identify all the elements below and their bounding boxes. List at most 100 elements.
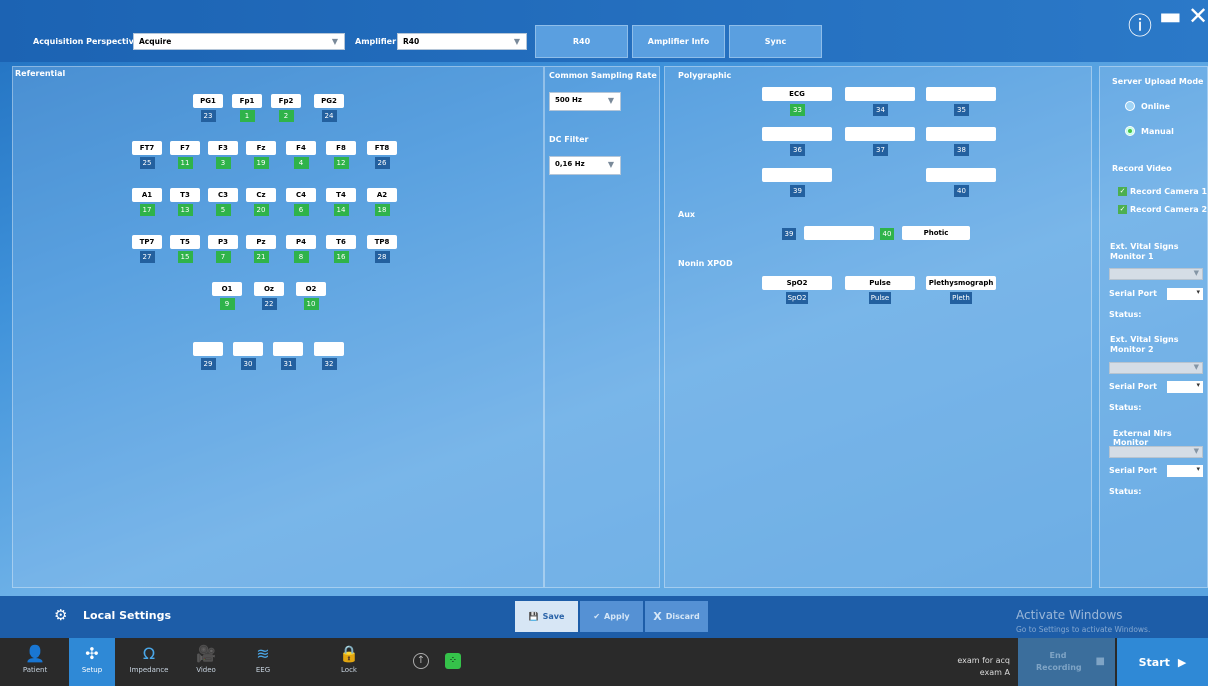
chevron-down-icon: ▼ [513,37,520,46]
local-settings-label[interactable]: Local Settings [83,609,171,622]
electrode-O2[interactable]: O2 10 [296,282,326,310]
nirs-serial-select[interactable]: ▾ [1167,465,1203,477]
camera1-checkbox[interactable]: ✓ [1118,187,1127,196]
nav-impedance[interactable]: Ω Impedance [126,638,172,686]
monitor1-serial-select[interactable]: ▾ [1167,288,1203,300]
electrode-FT7[interactable]: FT7 25 [132,141,162,169]
electrode-label: PG2 [314,94,344,108]
electrode-channel: 1 [239,110,255,122]
poly-box-39[interactable] [762,168,832,182]
tab-sync[interactable]: Sync [729,25,822,58]
poly-box-38[interactable] [926,127,996,141]
electrode-T5[interactable]: T5 15 [170,235,200,263]
electrode-Pz[interactable]: Pz 21 [246,235,276,263]
electrode-label: Fp2 [271,94,301,108]
start-button[interactable]: Start ▶ [1117,638,1208,686]
electrode-channel: 21 [253,251,269,263]
electrode-Fp2[interactable]: Fp2 2 [271,94,301,122]
electrode-FT8[interactable]: FT8 26 [367,141,397,169]
electrode-F7[interactable]: F7 11 [170,141,200,169]
chevron-down-icon: ▾ [1196,381,1200,389]
amplifier-select[interactable]: R40 ▼ [397,33,527,50]
electrode-channel: 7 [215,251,231,263]
aux-channel-40[interactable]: 40 [880,228,894,240]
nirs-select[interactable]: ▼ [1109,446,1203,458]
nav-setup[interactable]: ✣ Setup [69,638,115,686]
nav-video[interactable]: 🎥 Video [183,638,229,686]
nav-eeg[interactable]: ≋ EEG [240,638,286,686]
save-button[interactable]: 💾 Save [515,601,578,632]
aux-channel-39[interactable]: 39 [782,228,796,240]
poly-box-40[interactable] [926,168,996,182]
electrode-TP8[interactable]: TP8 28 [367,235,397,263]
tab-r40[interactable]: R40 [535,25,628,58]
referential-title: Referential [15,69,66,78]
electrode-Oz[interactable]: Oz 22 [254,282,284,310]
close-icon[interactable]: ✕ [1188,2,1208,30]
discard-button[interactable]: X Discard [645,601,708,632]
electrode-T6[interactable]: T6 16 [326,235,356,263]
electrode-A2[interactable]: A2 18 [367,188,397,216]
nonin-box-spo2[interactable]: SpO2 [762,276,832,290]
discard-label: Discard [665,612,700,621]
watermark-title: Activate Windows [1016,608,1123,622]
dc-filter-title: DC Filter [549,135,589,144]
electrode-ch29[interactable]: 29 [193,342,223,370]
poly-box-36[interactable] [762,127,832,141]
electrode-ch30[interactable]: 30 [233,342,263,370]
poly-box-34[interactable] [845,87,915,101]
poly-box-37[interactable] [845,127,915,141]
camera1-label: Record Camera 1 [1130,187,1208,196]
nav-patient[interactable]: 👤 Patient [12,638,58,686]
electrode-T3[interactable]: T3 13 [170,188,200,216]
electrode-PG2[interactable]: PG2 24 [314,94,344,122]
online-radio[interactable] [1125,101,1135,111]
nirs-serial-label: Serial Port [1109,466,1157,475]
electrode-Cz[interactable]: Cz 20 [246,188,276,216]
aux-box-photic[interactable]: Photic [902,226,970,240]
nonin-box-pleth[interactable]: Plethysmograph [926,276,996,290]
electrode-channel: 30 [240,358,256,370]
apply-button[interactable]: ✔ Apply [580,601,643,632]
electrode-C3[interactable]: C3 5 [208,188,238,216]
gear-icon[interactable]: ⚙ [54,606,67,624]
nonin-box-pulse[interactable]: Pulse [845,276,915,290]
electrode-PG1[interactable]: PG1 23 [193,94,223,122]
monitor1-select[interactable]: ▼ [1109,268,1203,280]
electrode-P3[interactable]: P3 7 [208,235,238,263]
minimize-icon[interactable]: ▬ [1159,2,1182,30]
manual-label: Manual [1141,127,1174,136]
electrode-Fz[interactable]: Fz 19 [246,141,276,169]
electrode-C4[interactable]: C4 6 [286,188,316,216]
electrode-F4[interactable]: F4 4 [286,141,316,169]
monitor2-serial-select[interactable]: ▾ [1167,381,1203,393]
sampling-rate-select[interactable]: 500 Hz ▼ [549,92,621,111]
electrode-ch32[interactable]: 32 [314,342,344,370]
electrode-O1[interactable]: O1 9 [212,282,242,310]
camera2-checkbox[interactable]: ✓ [1118,205,1127,214]
electrode-Fp1[interactable]: Fp1 1 [232,94,262,122]
monitor2-select[interactable]: ▼ [1109,362,1203,374]
electrode-P4[interactable]: P4 8 [286,235,316,263]
upload-icon[interactable]: ↑ [413,653,429,669]
perspective-select[interactable]: Acquire ▼ [133,33,345,50]
electrode-F8[interactable]: F8 12 [326,141,356,169]
electrode-TP7[interactable]: TP7 27 [132,235,162,263]
poly-box-33[interactable]: ECG [762,87,832,101]
poly-box-35[interactable] [926,87,996,101]
nonin-title: Nonin XPOD [678,259,733,268]
manual-radio[interactable] [1125,126,1135,136]
poly-channel-39: 39 [790,185,805,197]
electrode-F3[interactable]: F3 3 [208,141,238,169]
nav-lock[interactable]: 🔒 Lock [326,638,372,686]
electrode-channel: 24 [321,110,337,122]
tab-amplifier-info[interactable]: Amplifier Info [632,25,725,58]
electrode-ch31[interactable]: 31 [273,342,303,370]
end-recording-button[interactable]: End Recording ■ [1018,638,1115,686]
electrode-A1[interactable]: A1 17 [132,188,162,216]
info-icon[interactable]: ⓘ [1128,6,1152,41]
dc-filter-select[interactable]: 0,16 Hz ▼ [549,156,621,175]
upload-title: Server Upload Mode [1112,77,1204,86]
aux-box-39[interactable] [804,226,874,240]
electrode-T4[interactable]: T4 14 [326,188,356,216]
